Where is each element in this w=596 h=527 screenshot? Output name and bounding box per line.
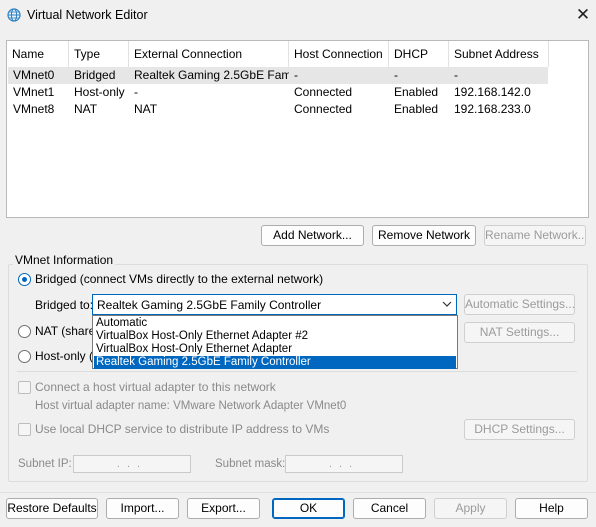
bridged-to-select[interactable]: Realtek Gaming 2.5GbE Family Controller	[92, 294, 457, 315]
dropdown-option[interactable]: Automatic	[94, 317, 456, 330]
column-header-type[interactable]: Type	[69, 41, 129, 67]
column-header-dhcp[interactable]: DHCP	[389, 41, 449, 67]
bridged-radio[interactable]	[18, 273, 31, 286]
host-only-label[interactable]: Host-only (c	[35, 349, 99, 363]
cell-subnet-address: 192.168.142.0	[454, 85, 531, 99]
globe-network-icon	[7, 8, 21, 22]
automatic-settings-button[interactable]: Automatic Settings...	[464, 294, 575, 315]
network-table[interactable]: Name Type External Connection Host Conne…	[6, 40, 589, 218]
connect-host-adapter-label[interactable]: Connect a host virtual adapter to this n…	[35, 380, 276, 394]
rename-network-button[interactable]: Rename Network...	[484, 225, 586, 246]
table-row[interactable]: VMnet1 Host-only - Connected Enabled 192…	[8, 84, 548, 101]
restore-defaults-button[interactable]: Restore Defaults	[6, 498, 98, 519]
cell-subnet-address: 192.168.233.0	[454, 102, 531, 116]
column-header-name[interactable]: Name	[7, 41, 69, 67]
ok-button[interactable]: OK	[272, 498, 345, 519]
bridged-to-label: Bridged to:	[35, 298, 94, 312]
cell-external-connection: Realtek Gaming 2.5GbE Fam...	[134, 68, 289, 82]
chevron-down-icon	[440, 297, 454, 311]
cell-external-connection: NAT	[134, 102, 158, 116]
cell-host-connection: Connected	[294, 102, 353, 116]
subnet-ip-label: Subnet IP:	[18, 458, 72, 470]
vmnet-information-label: VMnet Information	[13, 253, 116, 267]
cell-type: Bridged	[74, 68, 116, 82]
nat-settings-button[interactable]: NAT Settings...	[464, 322, 575, 343]
table-row[interactable]: VMnet8 NAT NAT Connected Enabled 192.168…	[8, 101, 548, 118]
host-adapter-name-text: Host virtual adapter name: VMware Networ…	[35, 400, 347, 412]
dropdown-option[interactable]: VirtualBox Host-Only Ethernet Adapter #2	[94, 330, 456, 343]
cell-external-connection: -	[134, 85, 138, 99]
host-only-radio[interactable]	[18, 350, 31, 363]
divider	[17, 371, 577, 372]
bridged-to-dropdown-list[interactable]: Automatic VirtualBox Host-Only Ethernet …	[92, 315, 458, 369]
dropdown-option-selected[interactable]: Realtek Gaming 2.5GbE Family Controller	[94, 356, 456, 369]
nat-radio[interactable]	[18, 325, 31, 338]
import-button[interactable]: Import...	[106, 498, 179, 519]
add-network-button[interactable]: Add Network...	[261, 225, 364, 246]
cell-dhcp: -	[394, 68, 398, 82]
cancel-button[interactable]: Cancel	[353, 498, 426, 519]
apply-button[interactable]: Apply	[434, 498, 507, 519]
help-button[interactable]: Help	[515, 498, 588, 519]
bridged-to-value: Realtek Gaming 2.5GbE Family Controller	[97, 298, 322, 312]
subnet-mask-label: Subnet mask:	[215, 458, 286, 470]
subnet-mask-field[interactable]: ...	[285, 455, 403, 473]
subnet-ip-field[interactable]: ...	[73, 455, 191, 473]
cell-type: NAT	[74, 102, 98, 116]
remove-network-button[interactable]: Remove Network	[372, 225, 476, 246]
table-row[interactable]: VMnet0 Bridged Realtek Gaming 2.5GbE Fam…	[8, 67, 548, 84]
cell-host-connection: Connected	[294, 85, 353, 99]
cell-name: VMnet0	[13, 68, 55, 82]
column-header-host-connection[interactable]: Host Connection	[289, 41, 389, 67]
cell-host-connection: -	[294, 68, 298, 82]
column-header-external-connection[interactable]: External Connection	[129, 41, 289, 67]
dhcp-settings-button[interactable]: DHCP Settings...	[464, 419, 575, 440]
close-icon: ✕	[575, 5, 591, 24]
cell-subnet-address: -	[454, 68, 458, 82]
cell-dhcp: Enabled	[394, 102, 439, 116]
cell-type: Host-only	[74, 85, 125, 99]
dropdown-option[interactable]: VirtualBox Host-Only Ethernet Adapter	[94, 343, 456, 356]
close-button[interactable]: ✕	[572, 4, 594, 26]
use-dhcp-checkbox[interactable]	[18, 423, 31, 436]
window-title: Virtual Network Editor	[27, 8, 148, 22]
footer-divider	[0, 492, 596, 493]
use-dhcp-label[interactable]: Use local DHCP service to distribute IP …	[35, 422, 329, 436]
column-header-subnet-address[interactable]: Subnet Address	[449, 41, 549, 67]
cell-name: VMnet1	[13, 85, 55, 99]
cell-name: VMnet8	[13, 102, 55, 116]
title-bar: Virtual Network Editor ✕	[0, 0, 596, 31]
bridged-label[interactable]: Bridged (connect VMs directly to the ext…	[35, 272, 323, 286]
connect-host-adapter-checkbox[interactable]	[18, 381, 31, 394]
export-button[interactable]: Export...	[187, 498, 260, 519]
cell-dhcp: Enabled	[394, 85, 439, 99]
